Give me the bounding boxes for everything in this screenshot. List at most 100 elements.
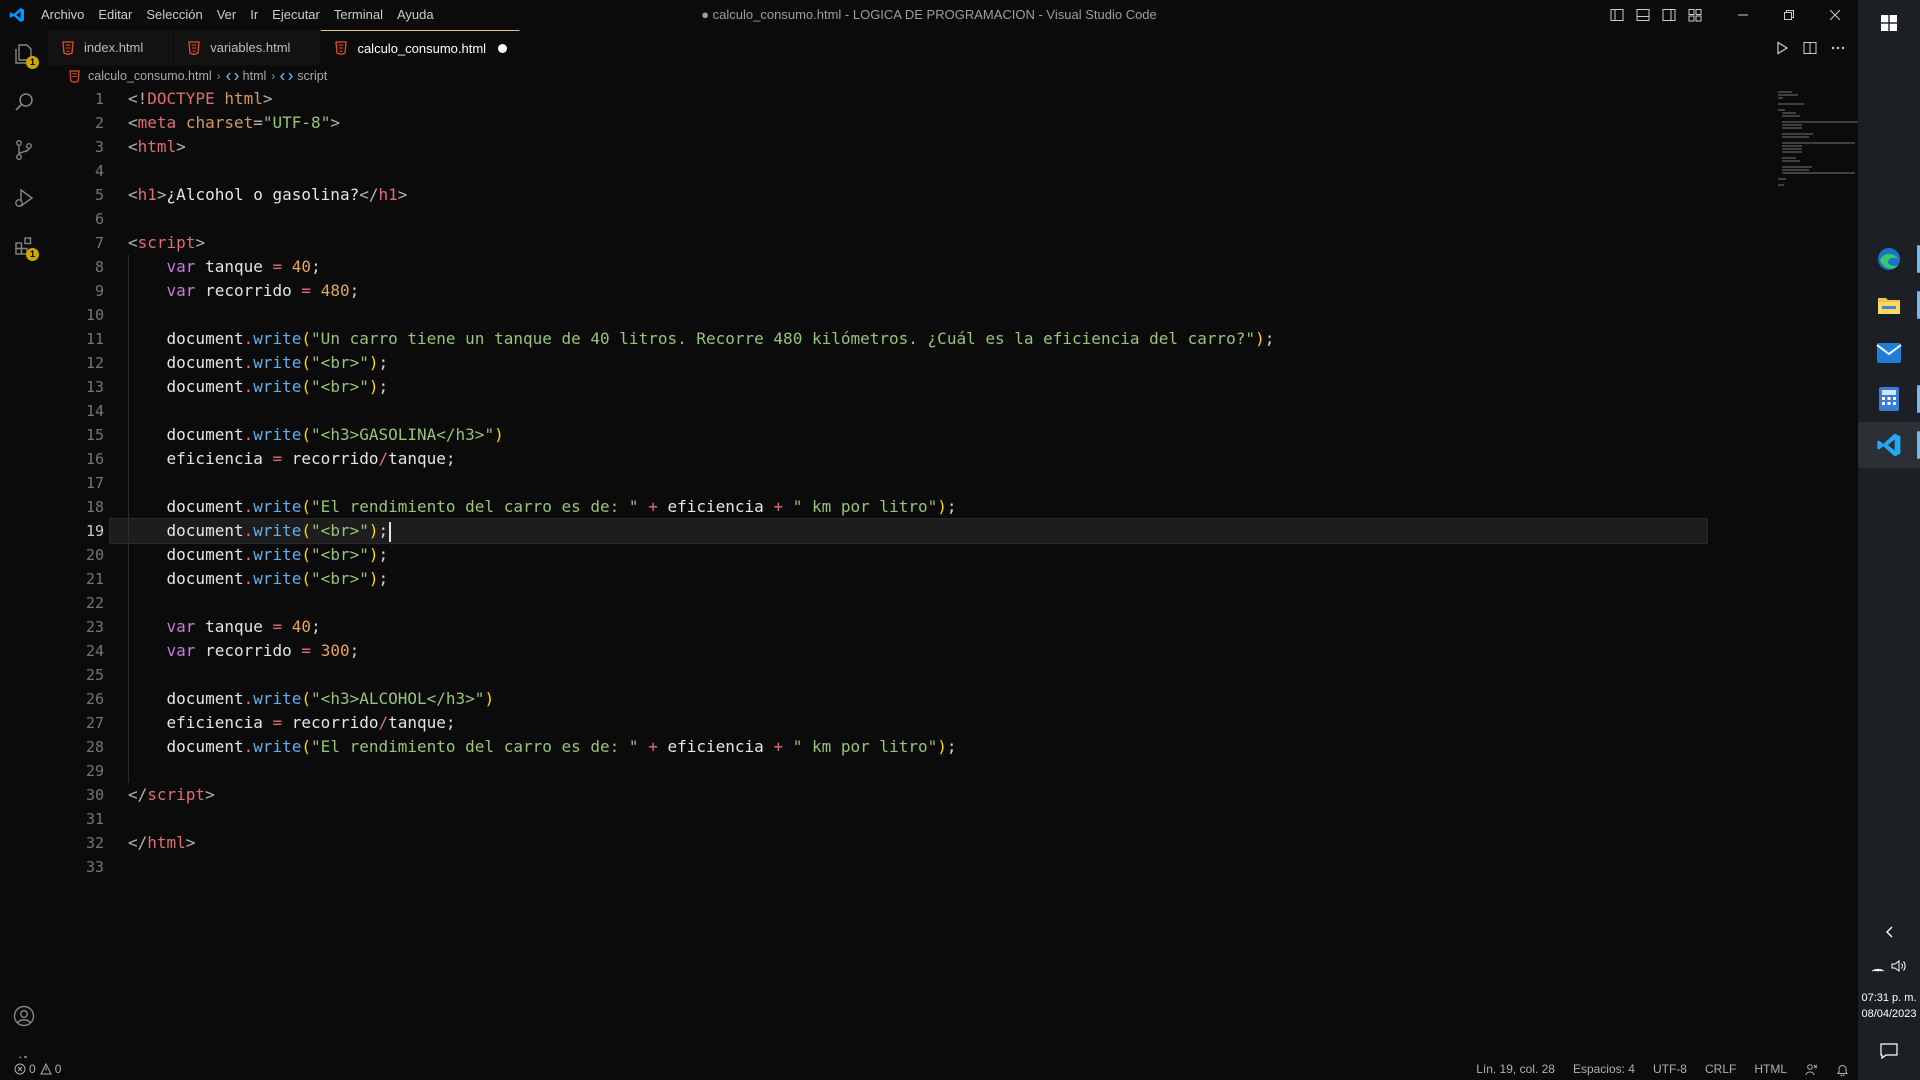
code-line[interactable]: var tanque = 40; xyxy=(128,615,1778,639)
code-line[interactable] xyxy=(128,591,1778,615)
file-explorer-icon[interactable] xyxy=(1858,282,1920,328)
windows-start-icon[interactable] xyxy=(1858,0,1920,46)
code-line[interactable] xyxy=(128,471,1778,495)
code-line[interactable]: <html> xyxy=(128,135,1778,159)
breadcrumb-html[interactable]: html xyxy=(225,69,266,83)
code-line[interactable]: <meta charset="UTF-8"> xyxy=(128,111,1778,135)
notifications-bell-icon[interactable] xyxy=(1827,1063,1858,1076)
menu-ir[interactable]: Ir xyxy=(243,0,265,30)
search-icon[interactable] xyxy=(0,78,48,126)
minimize-icon[interactable] xyxy=(1720,0,1766,30)
line-number: 5 xyxy=(94,186,104,204)
menu-seleccion[interactable]: Selección xyxy=(139,0,209,30)
menu-archivo[interactable]: Archivo xyxy=(34,0,91,30)
taskbar-clock[interactable]: 07:31 p. m. 08/04/2023 xyxy=(1858,990,1920,1022)
breadcrumb-file-label: calculo_consumo.html xyxy=(88,69,212,83)
minimap-line xyxy=(1781,157,1796,159)
split-editor-icon[interactable] xyxy=(1796,34,1824,62)
code-editor[interactable]: 1 2 3 4 5 6 7 8 9 10 11 12 13 14 15 16 17 18 19 20 21 22 23 24 2… xyxy=(48,87,1909,1070)
code-line[interactable]: document.write("<h3>GASOLINA</h3>") xyxy=(128,423,1778,447)
calculator-icon[interactable] xyxy=(1858,376,1920,422)
code-line[interactable]: document.write("<br>"); xyxy=(128,351,1778,375)
run-debug-icon[interactable] xyxy=(0,174,48,222)
code-line[interactable]: document.write("<h3>ALCOHOL</h3>") xyxy=(128,687,1778,711)
tab-variables-html[interactable]: variables.html xyxy=(174,30,322,65)
code-line[interactable] xyxy=(128,663,1778,687)
code-line[interactable]: document.write("<br>"); xyxy=(128,375,1778,399)
code-line[interactable]: document.write("El rendimiento del carro… xyxy=(128,735,1778,759)
line-number: 4 xyxy=(94,162,104,180)
edge-browser-icon[interactable] xyxy=(1858,236,1920,282)
code-line[interactable]: var recorrido = 300; xyxy=(128,639,1778,663)
line-number: 1 xyxy=(94,90,104,108)
explorer-icon[interactable]: 1 xyxy=(0,30,48,78)
minimap-line xyxy=(1781,136,1809,138)
cursor-position[interactable]: Lín. 19, col. 28 xyxy=(1467,1058,1564,1080)
code-line[interactable]: </script> xyxy=(128,783,1778,807)
unsaved-dot-icon[interactable] xyxy=(498,43,508,53)
explorer-badge: 1 xyxy=(26,56,39,69)
more-actions-icon[interactable] xyxy=(1824,34,1852,62)
menu-terminal[interactable]: Terminal xyxy=(327,0,390,30)
indentation[interactable]: Espacios: 4 xyxy=(1564,1058,1644,1080)
customize-layout-icon[interactable] xyxy=(1682,0,1708,30)
code-line[interactable]: <h1>¿Alcohol o gasolina?</h1> xyxy=(128,183,1778,207)
code-line[interactable]: <script> xyxy=(128,231,1778,255)
extensions-icon[interactable]: 1 xyxy=(0,222,48,270)
accounts-icon[interactable] xyxy=(0,992,48,1040)
indent-guide xyxy=(128,639,129,663)
minimap-line xyxy=(1781,115,1800,117)
code-line[interactable] xyxy=(128,759,1778,783)
code-line[interactable]: <!DOCTYPE html> xyxy=(128,87,1778,111)
code-line[interactable] xyxy=(128,807,1778,831)
vscode-logo-icon[interactable] xyxy=(0,0,34,30)
feedback-icon[interactable] xyxy=(1796,1063,1827,1076)
html-file-icon xyxy=(66,68,82,84)
tab-calculo-consumo-html[interactable]: calculo_consumo.html xyxy=(321,30,521,65)
code-line[interactable] xyxy=(128,303,1778,327)
code-content[interactable]: <!DOCTYPE html> <meta charset="UTF-8"> <ht… xyxy=(109,87,1778,879)
run-file-icon[interactable] xyxy=(1768,34,1796,62)
code-line[interactable]: var tanque = 40; xyxy=(128,255,1778,279)
menu-ejecutar[interactable]: Ejecutar xyxy=(265,0,327,30)
indent-guide xyxy=(128,759,129,783)
code-line[interactable]: document.write("<br>"); xyxy=(109,518,1708,544)
indent-guide xyxy=(128,399,129,423)
toggle-panel-icon[interactable] xyxy=(1630,0,1656,30)
language-mode[interactable]: HTML xyxy=(1745,1058,1796,1080)
code-line[interactable]: document.write("<br>"); xyxy=(128,567,1778,591)
code-line[interactable]: var recorrido = 480; xyxy=(128,279,1778,303)
restore-icon[interactable] xyxy=(1766,0,1812,30)
code-line[interactable]: eficiencia = recorrido/tanque; xyxy=(128,711,1778,735)
toggle-secondary-sidebar-icon[interactable] xyxy=(1656,0,1682,30)
breadcrumb-script[interactable]: script xyxy=(280,69,327,83)
code-line[interactable]: document.write("Un carro tiene un tanque… xyxy=(128,327,1778,351)
code-line[interactable]: document.write("El rendimiento del carro… xyxy=(128,495,1778,519)
line-number: 10 xyxy=(85,306,104,324)
code-line[interactable] xyxy=(128,399,1778,423)
problems-indicator[interactable]: 0 0 xyxy=(14,1058,70,1080)
end-of-line[interactable]: CRLF xyxy=(1696,1058,1745,1080)
show-hidden-icons-chevron-icon[interactable] xyxy=(1858,918,1920,946)
menu-editar[interactable]: Editar xyxy=(91,0,139,30)
tab-index-html[interactable]: index.html xyxy=(48,30,175,65)
menu-ayuda[interactable]: Ayuda xyxy=(390,0,441,30)
notification-center-icon[interactable] xyxy=(1858,1028,1920,1074)
network-volume-tray[interactable] xyxy=(1858,952,1920,980)
vscode-taskbar-icon[interactable] xyxy=(1858,422,1920,468)
minimap-line xyxy=(1781,127,1803,129)
code-line[interactable]: document.write("<br>"); xyxy=(128,543,1778,567)
code-line[interactable] xyxy=(128,159,1778,183)
source-control-icon[interactable] xyxy=(0,126,48,174)
mail-icon[interactable] xyxy=(1858,330,1920,376)
close-window-icon[interactable] xyxy=(1812,0,1858,30)
menu-ver[interactable]: Ver xyxy=(210,0,244,30)
code-line[interactable]: </html> xyxy=(128,831,1778,855)
toggle-primary-sidebar-icon[interactable] xyxy=(1604,0,1630,30)
text-cursor xyxy=(389,521,392,542)
encoding[interactable]: UTF-8 xyxy=(1644,1058,1696,1080)
code-line[interactable] xyxy=(128,207,1778,231)
code-line[interactable] xyxy=(128,855,1778,879)
code-line[interactable]: eficiencia = recorrido/tanque; xyxy=(128,447,1778,471)
breadcrumb-file[interactable]: calculo_consumo.html xyxy=(66,68,212,84)
